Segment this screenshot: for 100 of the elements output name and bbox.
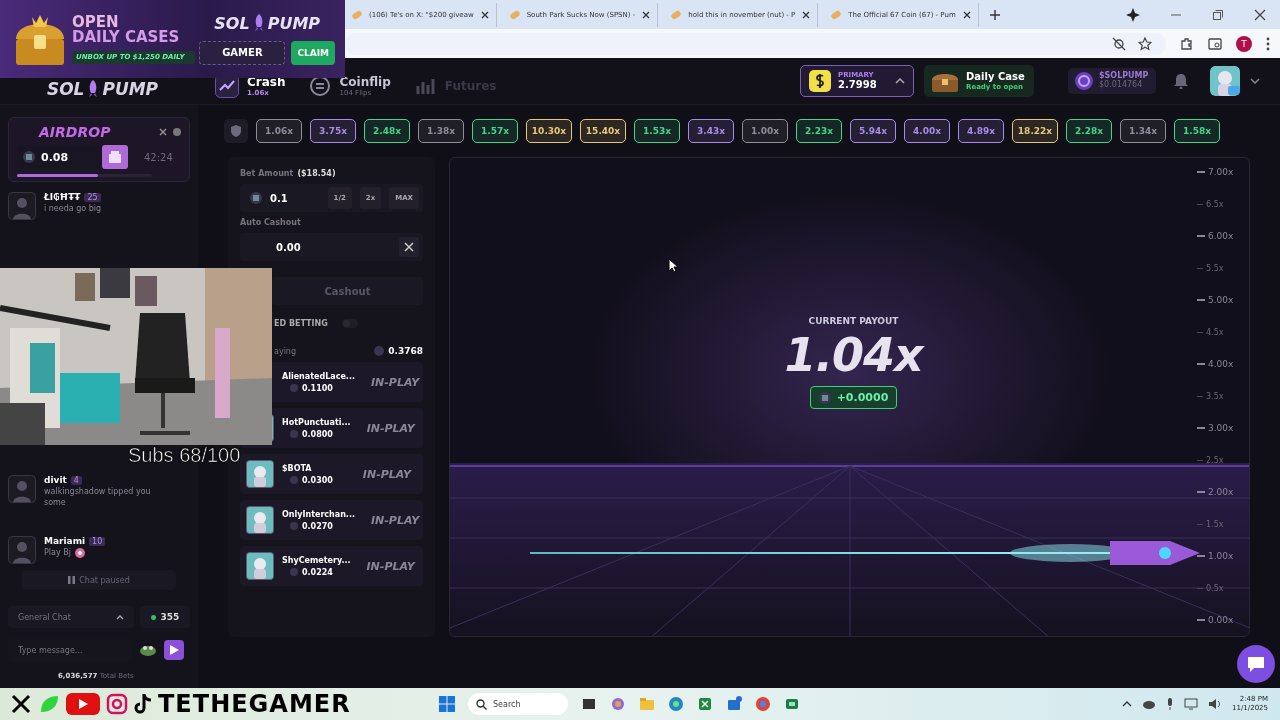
profile-avatar[interactable]: T	[1236, 35, 1252, 52]
close-icon[interactable]	[1254, 8, 1266, 21]
coin-icon	[23, 151, 35, 163]
microphone-icon[interactable]	[1166, 698, 1175, 710]
online-dot-icon	[150, 614, 156, 620]
close-icon[interactable]	[961, 9, 972, 20]
coin-icon	[290, 476, 298, 484]
multiplier-chip[interactable]: 1.06x	[256, 119, 302, 143]
bet-amount: 0.0300	[302, 475, 333, 485]
camera-icon[interactable]	[106, 693, 128, 715]
clear-icon[interactable]	[399, 237, 419, 257]
close-icon[interactable]	[159, 128, 167, 136]
multiplier-chip[interactable]: 4.00x	[904, 119, 950, 143]
multiplier-chip[interactable]: 1.57x	[472, 119, 518, 143]
close-icon[interactable]	[479, 9, 490, 20]
axis-label: 3.00x	[1208, 423, 1234, 433]
promo-code: GAMER	[199, 40, 286, 65]
x-letter-icon[interactable]	[10, 693, 32, 715]
frog-emoji-icon[interactable]	[140, 644, 156, 656]
coin-icon	[290, 568, 298, 576]
cloud-icon[interactable]	[1142, 699, 1157, 709]
chat-app-icon[interactable]	[784, 696, 800, 712]
advanced-betting-label: ED BETTING	[274, 319, 328, 328]
box-icon[interactable]	[697, 696, 713, 712]
puzzle-icon[interactable]	[1180, 36, 1194, 51]
multiplier-chip[interactable]: 18.22x	[1012, 119, 1058, 143]
info-icon[interactable]	[173, 128, 181, 136]
channel-name: TETHEGAMER	[158, 690, 351, 718]
profit-badge: +0.0000	[809, 386, 898, 409]
multiplier-chip[interactable]: 2.48x	[364, 119, 410, 143]
logo-text: SOL	[214, 13, 250, 33]
caret-down-icon[interactable]	[1250, 78, 1260, 84]
star-icon[interactable]	[1138, 36, 1152, 51]
player-status: IN-PLAY	[370, 513, 420, 527]
multiplier-chip[interactable]: 10.30x	[526, 119, 572, 143]
play-icon[interactable]	[66, 693, 100, 715]
close-icon[interactable]	[641, 9, 652, 20]
auto-cashout-field[interactable]: 0.00	[240, 233, 423, 261]
send-button[interactable]	[164, 640, 184, 660]
multiplier-chip[interactable]: 4.89x	[958, 119, 1004, 143]
payout-multiplier: 1.04x	[784, 328, 923, 382]
multiplier-chip[interactable]: 2.23x	[796, 119, 842, 143]
task-view-icon[interactable]	[581, 696, 597, 712]
restore-icon[interactable]	[1212, 8, 1224, 21]
coin-icon	[290, 384, 298, 392]
player-name: HotPunctuati...	[282, 417, 351, 427]
level-badge: 25	[84, 192, 101, 202]
dollar-icon	[809, 70, 831, 92]
online-count: 355	[140, 606, 190, 628]
sparkle-icon[interactable]	[1126, 7, 1140, 22]
multiplier-chip[interactable]: 3.43x	[688, 119, 734, 143]
airdrop-amount-field: 0.08	[17, 145, 102, 169]
payout-label: CURRENT PAYOUT	[808, 316, 899, 326]
username: Mariami	[44, 536, 86, 546]
display-icon[interactable]	[1184, 698, 1199, 710]
multiplier-chip[interactable]: 5.94x	[850, 119, 896, 143]
multiplier-chip[interactable]: 3.75x	[310, 119, 356, 143]
more-icon[interactable]	[1266, 36, 1270, 51]
emoji-icon	[74, 548, 85, 559]
bet-amount: 0.0224	[302, 567, 333, 577]
coin-icon	[374, 346, 385, 356]
search-icon	[476, 698, 487, 710]
axis-label: 4.00x	[1208, 359, 1234, 369]
caret-up-icon	[895, 78, 905, 84]
playing-label: aying	[274, 346, 296, 356]
player-status: IN-PLAY	[362, 467, 411, 481]
shield-icon[interactable]	[224, 119, 248, 143]
search-field[interactable]: Search	[468, 693, 568, 715]
username: ŁI₲ĦŦŦ	[44, 192, 81, 202]
multiplier-chip[interactable]: 1.38x	[418, 119, 464, 143]
user-avatar[interactable]	[1210, 66, 1240, 96]
chevron-up-icon[interactable]	[1122, 701, 1133, 707]
bet-usd-value: ($18.54)	[297, 169, 336, 178]
sidebar-icon[interactable]	[1208, 36, 1222, 51]
speaker-icon[interactable]	[1208, 698, 1223, 710]
multiplier-chip[interactable]: 1.58x	[1174, 119, 1220, 143]
store-icon[interactable]	[726, 696, 742, 712]
multiplier-chip[interactable]: 1.00x	[742, 119, 788, 143]
axis-label: 1.00x	[1208, 551, 1234, 561]
axis-label: 2.00x	[1208, 487, 1234, 497]
close-icon[interactable]	[801, 9, 812, 20]
multiplier-chip[interactable]: 1.53x	[634, 119, 680, 143]
multiplier-chip[interactable]: 1.34x	[1120, 119, 1166, 143]
muted-eye-icon[interactable]	[1112, 36, 1126, 51]
coin-icon	[290, 430, 298, 438]
multiplier-chip[interactable]: 15.40x	[580, 119, 626, 143]
gift-icon[interactable]	[102, 145, 128, 169]
chat-channel-dropdown[interactable]: General Chat	[8, 606, 134, 628]
bell-icon[interactable]	[1174, 73, 1188, 89]
logo-text: PUMP	[267, 13, 321, 33]
globe-icon[interactable]	[668, 696, 684, 712]
music-note-icon[interactable]	[134, 693, 152, 715]
browser-icon[interactable]	[755, 696, 771, 712]
address-field[interactable]	[345, 32, 1166, 55]
multiplier-chip[interactable]: 2.28x	[1066, 119, 1112, 143]
new-tab-icon[interactable]	[988, 8, 1001, 21]
bet-amount-label: Bet Amount	[240, 169, 294, 178]
support-chat-button[interactable]	[1237, 645, 1275, 683]
axis-label: 1.5x	[1206, 519, 1224, 529]
token-price-button[interactable]: $SOLPUMP $0.014764	[1068, 68, 1156, 94]
